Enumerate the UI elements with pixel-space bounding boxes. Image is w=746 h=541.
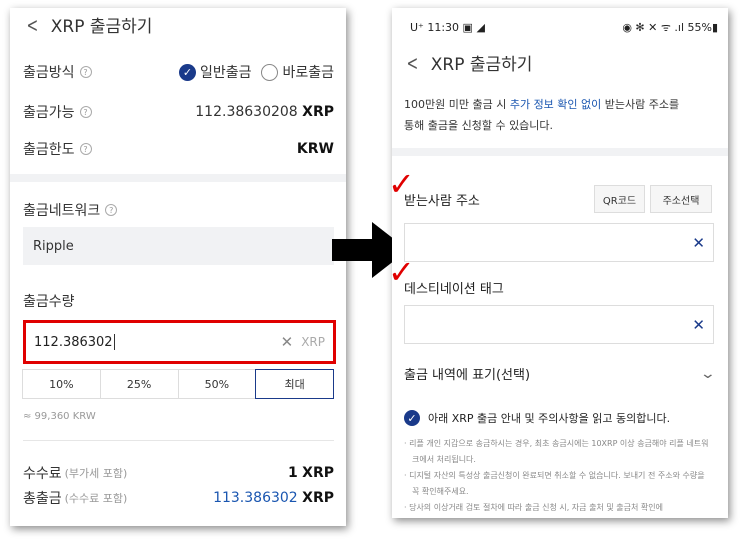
fee-amount: 1 bbox=[287, 465, 298, 481]
krw-estimate: ≈ 99,360 KRW bbox=[23, 411, 96, 422]
total-amount: 113.386302 bbox=[213, 490, 298, 506]
section-divider bbox=[392, 148, 728, 156]
address-select-button[interactable]: 주소선택 bbox=[650, 185, 712, 213]
network-row: 출금네트워크 ? bbox=[23, 200, 334, 220]
amount-input[interactable]: 112.386302 ✕ XRP bbox=[23, 320, 336, 364]
notice-item: · 리플 개인 지갑으로 송금하시는 경우, 최초 송금시에는 10XRP 이상… bbox=[404, 439, 709, 464]
chevron-down-icon: ⌄ bbox=[699, 365, 717, 382]
radio-instant-withdraw[interactable]: 바로출금 bbox=[261, 62, 334, 82]
notice-list: · 리플 개인 지갑으로 송금하시는 경우, 최초 송금시에는 10XRP 이상… bbox=[404, 436, 714, 516]
status-bar: U⁺ 11:30 ▣ ◢ ◉ ✻ ✕ ᯤ .ıl 55%▮ bbox=[410, 20, 718, 35]
limit-row: 출금한도 ? KRW bbox=[23, 139, 334, 159]
address-label: 받는사람 주소 bbox=[404, 194, 480, 209]
destination-tag-label: 데스티네이션 태그 bbox=[404, 282, 504, 297]
info-pre: 100만원 미만 출금 시 bbox=[404, 98, 510, 111]
clear-icon[interactable]: ✕ bbox=[281, 333, 294, 351]
withdraw-method-label: 출금방식 bbox=[23, 65, 75, 81]
agree-text: 아래 XRP 출금 안내 및 주의사항을 읽고 동의합니다. bbox=[428, 412, 671, 425]
fee-row: 수수료 (부가세 포함) 1 XRP bbox=[23, 463, 334, 483]
text-cursor bbox=[113, 334, 115, 350]
radio-normal-withdraw[interactable]: ✓ 일반출금 bbox=[178, 62, 252, 82]
withdraw-method-row: 출금방식 ? ✓ 일반출금 바로출금 bbox=[23, 62, 334, 82]
radio-normal-label: 일반출금 bbox=[199, 65, 252, 81]
status-left: U⁺ 11:30 ▣ ◢ bbox=[410, 21, 485, 34]
available-label: 출금가능 bbox=[23, 105, 75, 121]
total-sub: (수수료 포함) bbox=[64, 492, 128, 505]
check-icon: ✓ bbox=[178, 63, 196, 81]
info-line2: 통해 출금을 신청할 수 있습니다. bbox=[404, 119, 554, 132]
back-icon[interactable]: < bbox=[407, 51, 419, 75]
fee-sub: (부가세 포함) bbox=[64, 467, 128, 480]
help-icon[interactable]: ? bbox=[79, 66, 92, 78]
right-screenshot: U⁺ 11:30 ▣ ◢ ◉ ✻ ✕ ᯤ .ıl 55%▮ < XRP 출금하기… bbox=[392, 8, 728, 518]
network-value: Ripple bbox=[33, 238, 74, 254]
percent-max-button[interactable]: 최대 bbox=[255, 369, 334, 399]
amount-label: 출금수량 bbox=[23, 294, 75, 310]
destination-tag-input[interactable]: ✕ bbox=[404, 305, 714, 344]
amount-value: 112.386302 bbox=[34, 334, 113, 350]
right-header: < XRP 출금하기 bbox=[404, 50, 533, 76]
agree-checkbox[interactable]: ✓ 아래 XRP 출금 안내 및 주의사항을 읽고 동의합니다. bbox=[404, 410, 670, 426]
radio-empty-icon bbox=[261, 63, 279, 81]
help-icon[interactable]: ? bbox=[79, 143, 92, 155]
available-row: 출금가능 ? 112.38630208 XRP bbox=[23, 102, 334, 122]
info-post: 받는사람 주소를 bbox=[601, 98, 680, 111]
notice-item: · 디지털 자산의 특성상 출금신청이 완료되면 취소할 수 없습니다. 보내기… bbox=[404, 471, 705, 496]
help-icon[interactable]: ? bbox=[79, 106, 92, 118]
left-screenshot: < XRP 출금하기 출금방식 ? ✓ 일반출금 바로출금 출금가능 ? 112… bbox=[10, 8, 346, 526]
status-right: ◉ ✻ ✕ ᯤ .ıl 55%▮ bbox=[622, 21, 718, 34]
check-icon: ✓ bbox=[404, 410, 420, 426]
percent-50-button[interactable]: 50% bbox=[177, 369, 257, 399]
clear-icon[interactable]: ✕ bbox=[692, 234, 705, 252]
right-page-title: XRP 출금하기 bbox=[430, 55, 533, 75]
amount-label-row: 출금수량 bbox=[23, 291, 334, 311]
fee-label: 수수료 bbox=[23, 466, 62, 482]
section-divider bbox=[10, 174, 346, 182]
network-label: 출금네트워크 bbox=[23, 203, 101, 219]
info-link[interactable]: 추가 정보 확인 없이 bbox=[510, 98, 601, 111]
info-text: 100만원 미만 출금 시 추가 정보 확인 없이 받는사람 주소를 통해 출금… bbox=[404, 94, 716, 136]
qr-code-button[interactable]: QR코드 bbox=[594, 185, 645, 213]
memo-toggle[interactable]: 출금 내역에 표기(선택) ⌄ bbox=[404, 364, 717, 384]
total-unit: XRP bbox=[302, 490, 334, 506]
divider-line bbox=[23, 440, 334, 441]
fee-unit: XRP bbox=[302, 465, 334, 481]
available-unit: XRP bbox=[302, 104, 334, 120]
radio-instant-label: 바로출금 bbox=[282, 65, 334, 81]
notice-item: · 당사의 이상거래 검토 절차에 따라 출금 신청 시, 자금 출처 및 출금… bbox=[404, 503, 663, 512]
percent-25-button[interactable]: 25% bbox=[99, 369, 179, 399]
memo-label: 출금 내역에 표기(선택) bbox=[404, 368, 531, 383]
left-page-title: XRP 출금하기 bbox=[50, 17, 153, 37]
total-label: 총출금 bbox=[23, 491, 62, 507]
limit-unit: KRW bbox=[296, 141, 334, 157]
address-input[interactable]: ✕ bbox=[404, 223, 714, 262]
left-header: < XRP 출금하기 bbox=[24, 12, 153, 38]
percent-buttons: 10% 25% 50% 최대 bbox=[22, 369, 334, 399]
limit-label: 출금한도 bbox=[23, 142, 75, 158]
available-amount: 112.38630208 bbox=[195, 104, 298, 120]
network-select[interactable]: Ripple bbox=[23, 227, 334, 265]
total-row: 총출금 (수수료 포함) 113.386302 XRP bbox=[23, 488, 334, 508]
clear-icon[interactable]: ✕ bbox=[692, 316, 705, 334]
back-icon[interactable]: < bbox=[27, 13, 39, 37]
amount-unit: XRP bbox=[301, 335, 325, 349]
percent-10-button[interactable]: 10% bbox=[22, 369, 101, 399]
help-icon[interactable]: ? bbox=[105, 204, 118, 216]
